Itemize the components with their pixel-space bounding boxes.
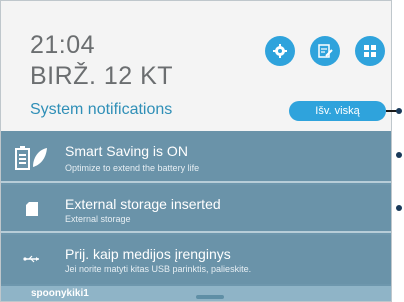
drag-handle[interactable] [196, 295, 224, 299]
edit-note-icon [318, 44, 333, 58]
notification-subtitle: External storage [65, 214, 131, 224]
clock-time: 21:04 [30, 31, 96, 59]
clock-date: BIRŽ. 12 KT [30, 62, 174, 90]
notification-title: Prij. kaip medijos įrenginys [65, 246, 231, 262]
divider [1, 231, 391, 233]
divider [1, 181, 391, 183]
sd-card-icon [26, 202, 38, 216]
notification-shade: 21:04 BIRŽ. 12 KT System notifications I… [0, 0, 392, 302]
system-notifications-label: System notifications [30, 101, 173, 118]
footer-username: spoonykiki1 [31, 288, 89, 299]
callout-dot [396, 205, 402, 211]
shade-header: 21:04 BIRŽ. 12 KT System notifications I… [1, 1, 391, 131]
usb-icon [23, 255, 39, 263]
notification-list: Smart Saving is ON Optimize to extend th… [1, 131, 391, 301]
settings-gear-icon [273, 44, 287, 58]
grid-apps-icon [364, 45, 376, 57]
battery-leaf-icon [15, 146, 47, 170]
notification-smart-saving[interactable]: Smart Saving is ON Optimize to extend th… [1, 131, 391, 183]
notification-subtitle: Optimize to extend the battery life [65, 163, 200, 173]
notification-usb-media[interactable]: Prij. kaip medijos įrenginys Jei norite … [1, 235, 391, 284]
account-footer[interactable]: spoonykiki1 [1, 286, 391, 301]
settings-button[interactable] [265, 36, 295, 66]
apps-grid-button[interactable] [355, 36, 385, 66]
notification-subtitle: Jei norite matyti kitas USB parinktis, p… [65, 264, 252, 274]
notification-title: External storage inserted [65, 196, 221, 212]
edit-button[interactable] [310, 36, 340, 66]
notification-title: Smart Saving is ON [65, 143, 188, 159]
callout-dot [396, 108, 402, 114]
callout-dot [396, 152, 402, 158]
notification-external-storage[interactable]: External storage inserted External stora… [1, 185, 391, 233]
clear-all-button[interactable]: Išv. viską [289, 101, 386, 121]
